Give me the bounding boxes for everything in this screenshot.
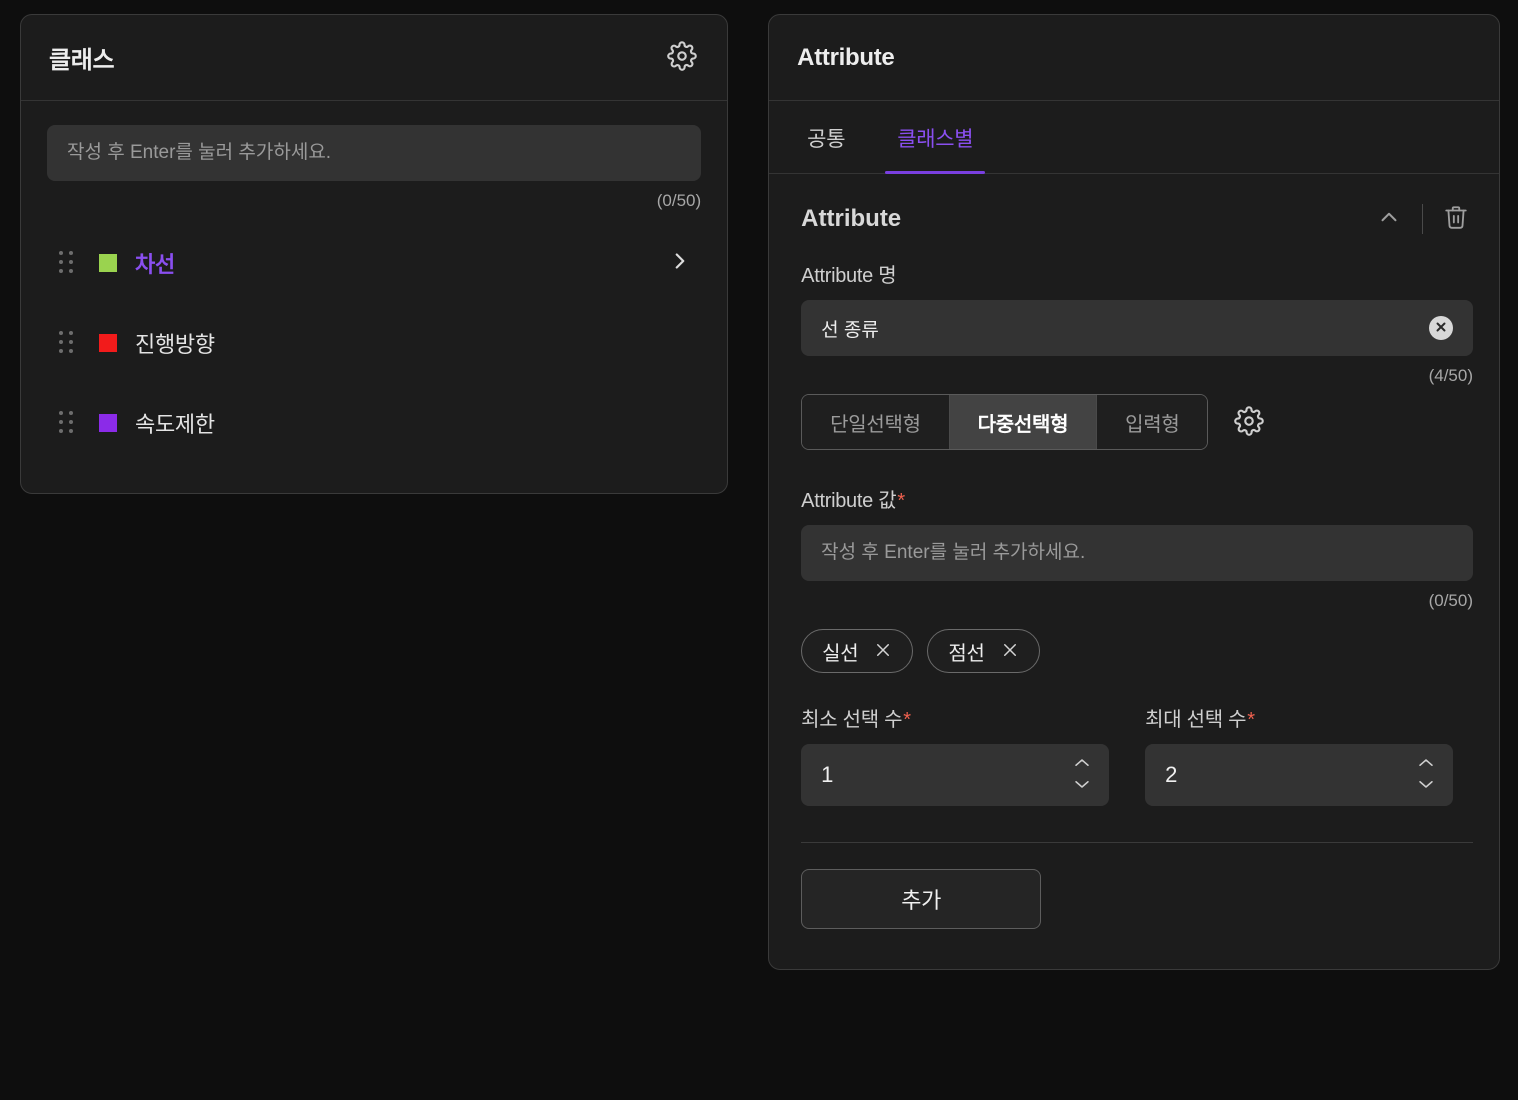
max-select-stepper	[1145, 744, 1454, 806]
class-list-item-2[interactable]: 속도제한	[47, 383, 701, 463]
new-class-input[interactable]	[47, 125, 702, 181]
app-root: 클래스 (0/50) 차선	[0, 0, 1518, 1100]
class-label: 차선	[135, 252, 175, 277]
value-tag-1[interactable]: 점선	[927, 629, 1040, 673]
chevron-up-icon	[1073, 757, 1091, 772]
min-select-field: 최소 선택 수*	[801, 703, 1110, 806]
clear-attribute-name-button[interactable]	[1429, 316, 1453, 340]
class-settings-button[interactable]	[663, 37, 701, 78]
min-select-input[interactable]	[821, 762, 1090, 788]
class-label: 속도제한	[135, 412, 215, 437]
min-increment-button[interactable]	[1073, 757, 1091, 772]
input-type-segmented: 단일선택형 다중선택형 입력형	[801, 394, 1209, 450]
attribute-value-counter: (0/50)	[1428, 591, 1473, 610]
attribute-name-input[interactable]	[801, 300, 1473, 356]
close-icon	[874, 641, 892, 662]
add-attribute-button[interactable]: 추가	[801, 869, 1042, 929]
chevron-up-icon	[1376, 204, 1402, 233]
close-icon	[1001, 641, 1019, 662]
min-decrement-button[interactable]	[1073, 778, 1091, 793]
class-color-swatch	[99, 254, 117, 272]
class-panel: 클래스 (0/50) 차선	[20, 14, 729, 494]
seg-multi-select[interactable]: 다중선택형	[949, 395, 1098, 449]
drag-handle-icon[interactable]	[59, 251, 77, 275]
gear-icon	[667, 41, 697, 74]
attribute-value-label: Attribute 값*	[801, 490, 905, 512]
collapse-section-button[interactable]	[1372, 200, 1406, 237]
new-class-counter: (0/50)	[656, 191, 702, 210]
divider	[1422, 203, 1423, 234]
max-select-label: 최대 선택 수*	[1145, 709, 1255, 731]
class-color-swatch	[99, 334, 117, 352]
class-list: 차선 진행방향 속도제한	[47, 223, 701, 463]
attribute-section-header: Attribute	[801, 200, 1473, 237]
drag-handle-icon[interactable]	[59, 331, 77, 355]
remove-tag-button[interactable]	[1001, 641, 1019, 662]
divider	[801, 842, 1473, 843]
tab-common[interactable]: 공통	[795, 101, 857, 173]
page-title: 클래스	[49, 47, 115, 74]
tag-label: 점선	[948, 642, 985, 665]
input-type-row: 단일선택형 다중선택형 입력형	[801, 394, 1473, 450]
attribute-tabs: 공통 클래스별	[769, 101, 1499, 174]
required-asterisk: *	[897, 490, 905, 512]
class-panel-header: 클래스	[21, 15, 728, 101]
seg-single-select[interactable]: 단일선택형	[802, 395, 950, 449]
class-list-item-1[interactable]: 진행방향	[47, 303, 701, 383]
value-tag-0[interactable]: 실선	[801, 629, 914, 673]
tag-label: 실선	[822, 642, 859, 665]
attribute-panel-title: Attribute	[797, 43, 895, 71]
attribute-name-field	[801, 300, 1473, 356]
chevron-right-icon[interactable]	[667, 248, 693, 279]
required-asterisk: *	[1247, 709, 1255, 731]
max-select-field: 최대 선택 수*	[1145, 703, 1454, 806]
attribute-name-label: Attribute 명	[801, 265, 897, 287]
input-type-settings-button[interactable]	[1230, 402, 1268, 443]
min-select-label: 최소 선택 수*	[801, 709, 911, 731]
required-asterisk: *	[903, 709, 911, 731]
class-list-item-0[interactable]: 차선	[47, 223, 701, 303]
gear-icon	[1234, 405, 1265, 439]
chevron-down-icon	[1073, 778, 1091, 793]
min-select-stepper	[801, 744, 1110, 806]
tab-per-class[interactable]: 클래스별	[885, 101, 986, 174]
class-label: 진행방향	[135, 332, 215, 357]
attribute-panel-header: Attribute	[769, 15, 1499, 101]
class-panel-body: (0/50) 차선	[21, 101, 727, 493]
attribute-value-input[interactable]	[801, 525, 1473, 581]
attribute-panel-body: Attribute Attribute 명 선 종류 (4/50) 단일선택형 …	[769, 174, 1499, 969]
max-decrement-button[interactable]	[1417, 778, 1435, 793]
attribute-section-title: Attribute	[801, 204, 902, 232]
select-count-row: 최소 선택 수* 1 최대 선택 수* 2	[801, 703, 1473, 806]
class-color-swatch	[99, 414, 117, 432]
chevron-up-icon	[1417, 757, 1435, 772]
attribute-panel: Attribute 공통 클래스별 Attribute Attribute 명 …	[768, 14, 1500, 970]
drag-handle-icon[interactable]	[59, 411, 77, 435]
max-increment-button[interactable]	[1417, 757, 1435, 772]
attribute-value-tags: 실선 점선	[801, 629, 1473, 673]
remove-tag-button[interactable]	[874, 641, 892, 662]
max-select-input[interactable]	[1165, 762, 1434, 788]
close-icon	[1434, 320, 1448, 337]
delete-attribute-button[interactable]	[1439, 200, 1473, 237]
seg-free-input[interactable]: 입력형	[1097, 395, 1208, 449]
attribute-name-counter: (4/50)	[1428, 366, 1473, 385]
chevron-down-icon	[1417, 778, 1435, 793]
trash-icon	[1443, 204, 1469, 233]
